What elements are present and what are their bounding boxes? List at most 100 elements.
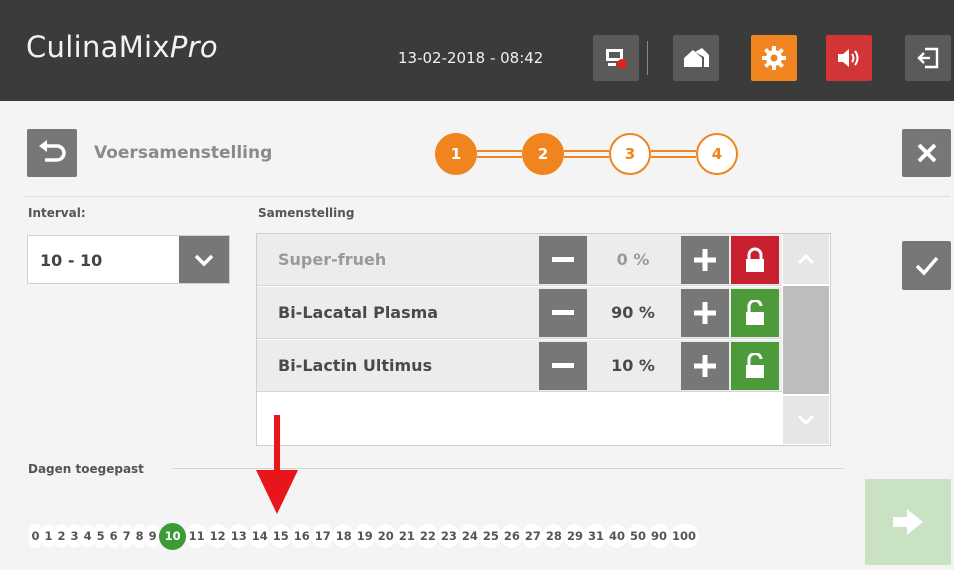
gear-icon	[762, 46, 786, 70]
day-chip-100[interactable]: 100	[669, 524, 699, 548]
component-percent: 0 %	[616, 250, 650, 269]
scrollbar-thumb[interactable]	[783, 286, 829, 394]
sound-button[interactable]	[826, 35, 872, 81]
checkmark-icon	[915, 256, 938, 276]
undo-icon	[39, 140, 66, 162]
table-row: Bi-Lacatal Plasma 90 %	[257, 287, 782, 339]
header-divider	[647, 41, 648, 75]
step-1[interactable]: 1	[435, 133, 477, 175]
day-chip-25[interactable]: 25	[480, 524, 502, 548]
next-button[interactable]	[865, 479, 951, 565]
component-percent: 90 %	[611, 303, 655, 322]
day-chip-1[interactable]: 1	[42, 524, 56, 548]
day-chip-50[interactable]: 50	[627, 524, 649, 548]
confirm-button[interactable]	[902, 241, 951, 290]
scroll-up-button[interactable]	[783, 234, 829, 284]
increase-button[interactable]	[681, 289, 729, 337]
app-header: CulinaMixPro 13-02-2018 - 08:42	[0, 0, 954, 101]
table-row: Super-frueh 0 %	[257, 234, 782, 286]
chevron-up-icon	[797, 253, 815, 265]
day-chip-6[interactable]: 6	[107, 524, 121, 548]
minus-icon	[552, 363, 574, 368]
home-button[interactable]	[673, 35, 719, 81]
day-chip-10[interactable]: 10	[159, 522, 187, 550]
component-name: Super-frueh	[278, 250, 387, 269]
settings-button[interactable]	[751, 35, 797, 81]
display-icon	[606, 49, 627, 69]
composition-label: Samenstelling	[258, 206, 355, 220]
day-chip-23[interactable]: 23	[438, 524, 460, 548]
day-chip-0[interactable]: 0	[29, 524, 43, 548]
arrow-right-icon	[893, 509, 923, 535]
lock-open-icon	[746, 300, 764, 325]
day-chip-19[interactable]: 19	[354, 524, 376, 548]
lock-toggle[interactable]	[731, 289, 779, 337]
minus-icon	[552, 257, 574, 262]
days-divider	[172, 468, 844, 469]
day-chip-28[interactable]: 28	[543, 524, 565, 548]
interval-dropdown-button[interactable]	[179, 236, 229, 283]
interval-value: 10 - 10	[40, 251, 103, 270]
increase-button[interactable]	[681, 236, 729, 284]
day-chip-13[interactable]: 13	[228, 524, 250, 548]
day-chip-22[interactable]: 22	[417, 524, 439, 548]
day-chip-90[interactable]: 90	[648, 524, 670, 548]
day-chip-11[interactable]: 11	[186, 524, 208, 548]
annotation-arrow-head	[256, 470, 298, 514]
step-3[interactable]: 3	[609, 133, 651, 175]
interval-select[interactable]: 10 - 10	[27, 235, 230, 284]
day-chip-27[interactable]: 27	[522, 524, 544, 548]
back-button[interactable]	[27, 129, 77, 177]
display-button[interactable]	[593, 35, 639, 81]
day-chip-3[interactable]: 3	[68, 524, 82, 548]
day-chip-5[interactable]: 5	[94, 524, 108, 548]
decrease-button[interactable]	[539, 289, 587, 337]
speaker-icon	[838, 49, 859, 67]
step-2[interactable]: 2	[522, 133, 564, 175]
plus-icon	[694, 355, 716, 377]
close-button[interactable]	[902, 129, 951, 177]
day-chip-31[interactable]: 31	[585, 524, 607, 548]
day-chip-12[interactable]: 12	[207, 524, 229, 548]
day-chip-17[interactable]: 17	[312, 524, 334, 548]
step-4[interactable]: 4	[696, 133, 738, 175]
scroll-down-button[interactable]	[783, 396, 829, 444]
page-title: Voersamenstelling	[94, 143, 273, 163]
step-connector	[477, 150, 522, 158]
day-chip-24[interactable]: 24	[459, 524, 481, 548]
day-chip-15[interactable]: 15	[270, 524, 292, 548]
close-icon	[917, 143, 936, 163]
day-chip-9[interactable]: 9	[146, 524, 160, 548]
datetime-display: 13-02-2018 - 08:42	[398, 49, 544, 67]
component-name: Bi-Lactin Ultimus	[278, 356, 433, 375]
day-chip-16[interactable]: 16	[291, 524, 313, 548]
day-chip-26[interactable]: 26	[501, 524, 523, 548]
day-chip-14[interactable]: 14	[249, 524, 271, 548]
lock-toggle[interactable]	[731, 342, 779, 390]
lock-toggle[interactable]	[731, 236, 779, 284]
day-chip-29[interactable]: 29	[564, 524, 586, 548]
step-connector	[564, 150, 609, 158]
days-selector: 0 1 2 3 4 5 6 7 8 9 10 11 12 13 14 15 16 17 18 19 20 21 22 23 24…	[29, 522, 699, 550]
minus-icon	[552, 310, 574, 315]
day-chip-20[interactable]: 20	[375, 524, 397, 548]
plus-icon	[694, 302, 716, 324]
day-chip-18[interactable]: 18	[333, 524, 355, 548]
logout-button[interactable]	[905, 35, 951, 81]
day-chip-2[interactable]: 2	[55, 524, 69, 548]
day-chip-7[interactable]: 7	[120, 524, 134, 548]
day-chip-40[interactable]: 40	[606, 524, 628, 548]
decrease-button[interactable]	[539, 342, 587, 390]
step-connector	[651, 150, 696, 158]
home-icon	[684, 48, 709, 67]
chevron-down-icon	[797, 414, 815, 426]
day-chip-8[interactable]: 8	[133, 524, 147, 548]
app-brand: CulinaMixPro	[26, 30, 218, 64]
lock-open-icon	[746, 353, 764, 378]
day-chip-21[interactable]: 21	[396, 524, 418, 548]
day-chip-4[interactable]: 4	[81, 524, 95, 548]
component-percent: 10 %	[611, 356, 655, 375]
days-label: Dagen toegepast	[28, 462, 144, 476]
decrease-button[interactable]	[539, 236, 587, 284]
increase-button[interactable]	[681, 342, 729, 390]
